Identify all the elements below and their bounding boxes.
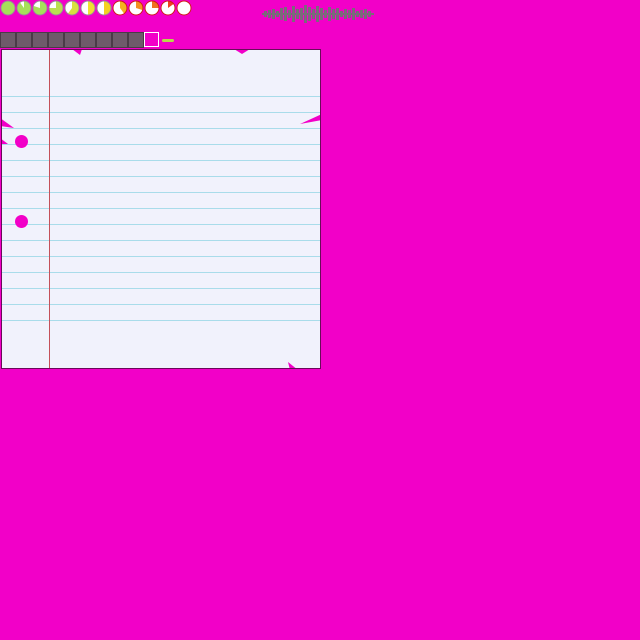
paper-tear bbox=[300, 114, 320, 124]
progress-pie-icon bbox=[16, 0, 32, 16]
inventory-slot[interactable] bbox=[80, 32, 96, 48]
progress-pie-row bbox=[0, 0, 200, 16]
inventory-slot-selected[interactable] bbox=[144, 32, 159, 47]
inventory-slot[interactable] bbox=[16, 32, 32, 48]
inventory-slot[interactable] bbox=[112, 32, 128, 48]
inventory-slot[interactable] bbox=[48, 32, 64, 48]
progress-pie-icon bbox=[96, 0, 112, 16]
inventory-slot[interactable] bbox=[64, 32, 80, 48]
progress-pie-icon bbox=[160, 0, 176, 16]
paper-tear bbox=[73, 50, 82, 55]
progress-pie-icon bbox=[128, 0, 144, 16]
progress-pie-icon bbox=[64, 0, 80, 16]
progress-pie-icon bbox=[176, 0, 192, 16]
progress-pie-icon bbox=[0, 0, 16, 16]
punch-hole bbox=[15, 135, 28, 148]
audio-waveform-icon bbox=[262, 4, 374, 24]
progress-pie-icon bbox=[48, 0, 64, 16]
inventory-slot[interactable] bbox=[128, 32, 144, 48]
progress-pie-icon bbox=[32, 0, 48, 16]
margin-line bbox=[49, 50, 50, 368]
progress-pie-icon bbox=[80, 0, 96, 16]
inventory-slot[interactable] bbox=[96, 32, 112, 48]
punch-hole bbox=[15, 215, 28, 228]
paper-tear bbox=[235, 50, 249, 54]
progress-pie-icon bbox=[144, 0, 160, 16]
progress-pie-icon bbox=[112, 0, 128, 16]
notebook-paper[interactable] bbox=[1, 49, 321, 369]
inventory-slot[interactable] bbox=[0, 32, 16, 48]
slot-indicator bbox=[162, 39, 174, 42]
paper-tear bbox=[288, 362, 296, 368]
inventory-slot[interactable] bbox=[32, 32, 48, 48]
paper-tear bbox=[2, 119, 14, 144]
slot-bar bbox=[0, 32, 180, 48]
